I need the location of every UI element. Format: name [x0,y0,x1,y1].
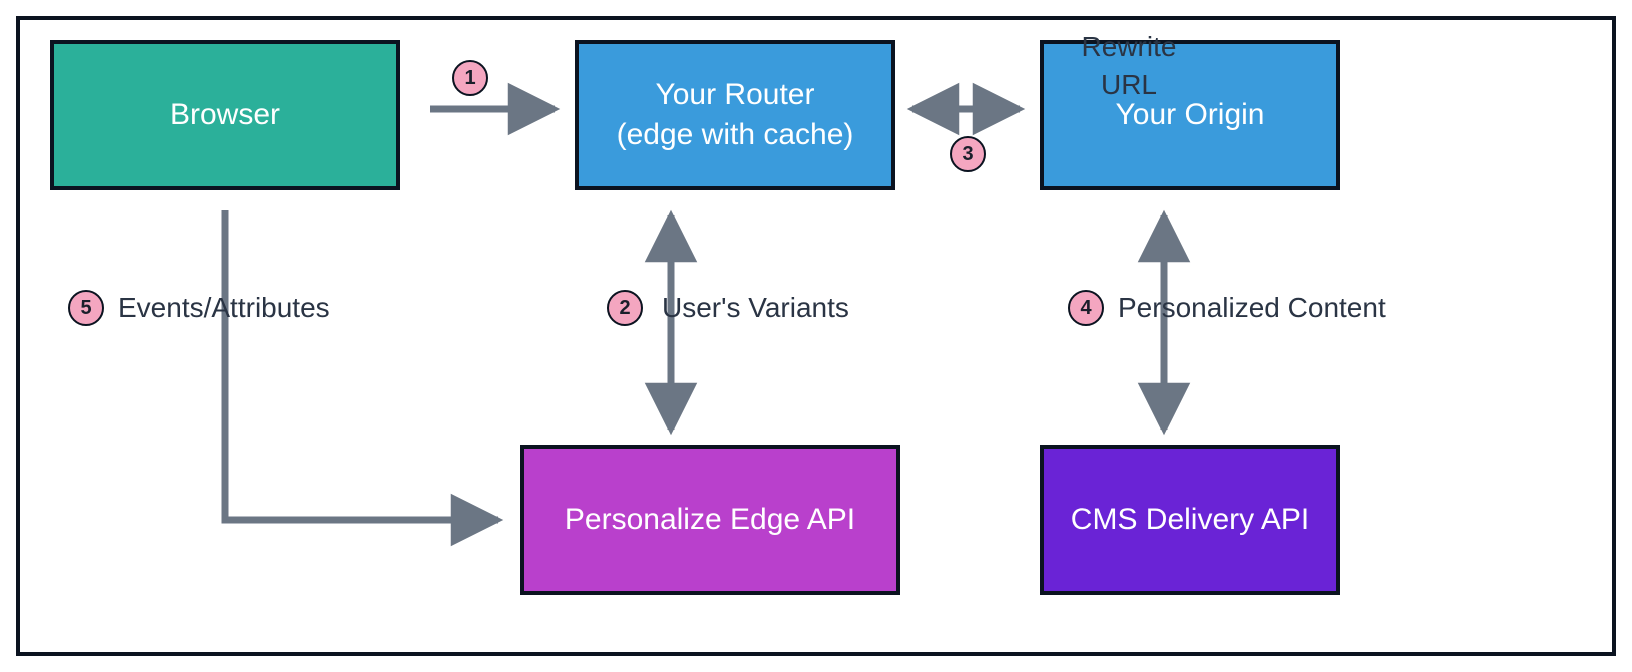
node-personalize-edge-api-label: Personalize Edge API [565,500,855,541]
node-router-label: Your Router (edge with cache) [617,75,854,156]
step-label-5: Events/Attributes [118,292,330,324]
node-browser-label: Browser [170,95,280,136]
step-label-2: User's Variants [662,292,849,324]
step-badge-4: 4 [1068,290,1104,326]
diagram-canvas: Browser Your Router (edge with cache) Yo… [0,0,1632,672]
step-badge-5: 5 [68,290,104,326]
step-badge-4-num: 4 [1080,297,1091,320]
node-browser: Browser [50,40,400,190]
step-label-3: Rewrite URL [1029,28,1229,104]
node-router: Your Router (edge with cache) [575,40,895,190]
node-personalize-edge-api: Personalize Edge API [520,445,900,595]
node-cms-delivery-api: CMS Delivery API [1040,445,1340,595]
step-badge-5-num: 5 [80,297,91,320]
step-badge-1-num: 1 [464,67,475,90]
step-badge-1: 1 [452,60,488,96]
step-label-4: Personalized Content [1118,292,1386,324]
step-badge-2: 2 [607,290,643,326]
step-badge-3: 3 [950,136,986,172]
step-badge-3-num: 3 [962,143,973,166]
node-cms-delivery-api-label: CMS Delivery API [1071,500,1309,541]
step-badge-2-num: 2 [619,297,630,320]
